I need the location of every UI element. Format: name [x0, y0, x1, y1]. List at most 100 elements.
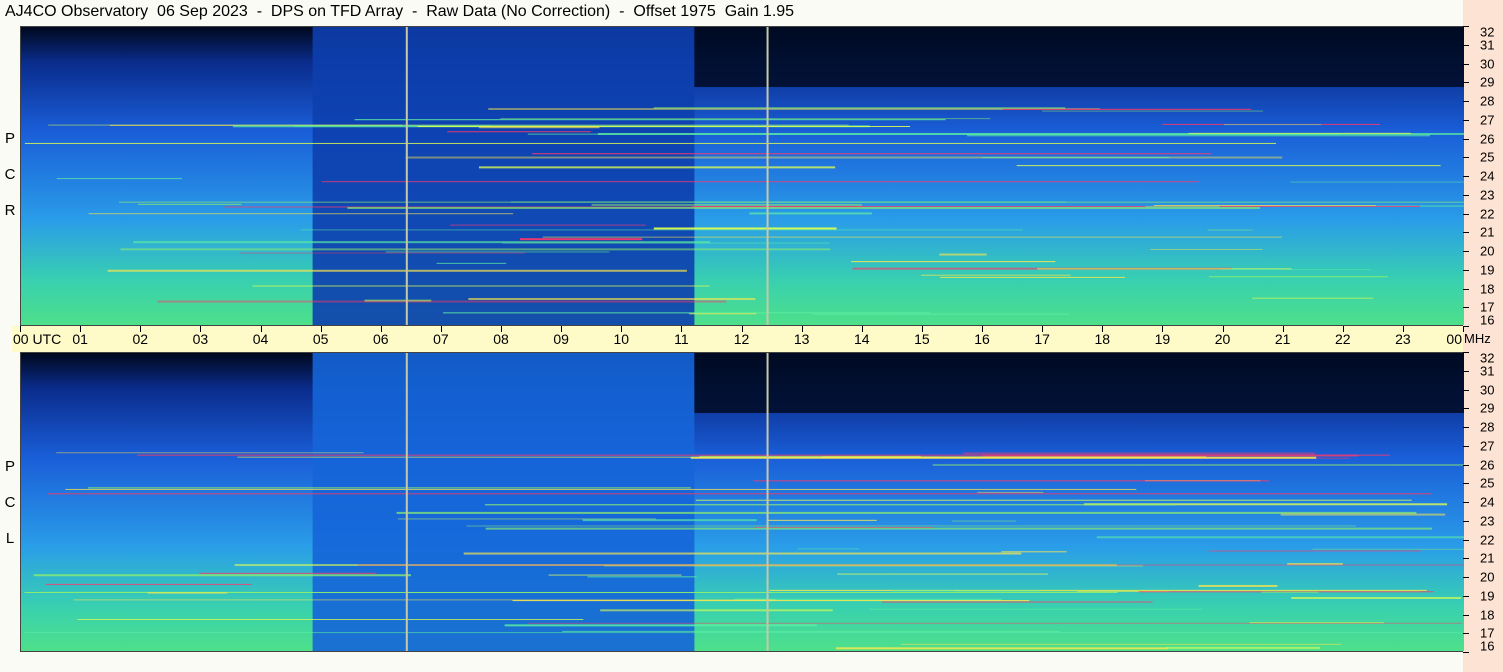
rfi-line [582, 519, 757, 522]
mhz-tick-label: 26 [1480, 131, 1495, 146]
mhz-tick-mark [1463, 370, 1469, 372]
rfi-line [77, 619, 584, 621]
mhz-tick-label: 20 [1480, 243, 1495, 259]
rfi-line [354, 119, 946, 121]
mhz-tick-mark [1463, 157, 1469, 159]
rfi-line [1223, 124, 1322, 126]
rfi-line [479, 166, 836, 169]
rfi-line [527, 133, 1342, 135]
rfi-line [940, 276, 1125, 278]
mhz-tick-mark [1463, 595, 1469, 597]
utc-tick-label: 02 [132, 331, 149, 347]
mhz-tick-mark [1463, 427, 1469, 428]
time-marker-line [766, 353, 769, 651]
utc-tick-label: 04 [252, 331, 269, 347]
utc-tick-label: 00 [1446, 331, 1462, 347]
mhz-tick-mark [1463, 232, 1469, 234]
mhz-tick-mark [1463, 63, 1469, 65]
rfi-line [300, 229, 1023, 231]
utc-tick-mark [921, 326, 923, 332]
utc-tick-label: 10 [613, 331, 630, 347]
rfi-line [199, 572, 377, 574]
rfi-line [837, 573, 1049, 575]
mhz-tick-label: 25 [1480, 149, 1495, 165]
mhz-tick-mark [1463, 307, 1469, 309]
mhz-tick-label: 26 [1480, 457, 1495, 472]
utc-tick-mark [681, 326, 683, 332]
mhz-tick-label: 18 [1480, 281, 1495, 296]
mhz-tick-label: 31 [1480, 37, 1495, 53]
rfi-line [485, 527, 1432, 530]
rfi-line [88, 213, 514, 215]
mhz-tick-mark [1463, 389, 1469, 391]
rfi-line [1198, 584, 1278, 587]
utc-tick-mark [621, 326, 623, 332]
rfi-line [463, 552, 1022, 555]
rfi-line [138, 203, 242, 205]
utc-tick-label: 14 [853, 331, 870, 347]
mhz-tick-mark [1463, 539, 1469, 541]
rfi-line [1261, 591, 1319, 593]
chart-title: AJ4CO Observatory 06 Sep 2023 - DPS on T… [5, 3, 795, 20]
rfi-line [1166, 646, 1321, 649]
mhz-tick-label: 19 [1480, 588, 1495, 604]
mhz-tick-label: 19 [1480, 262, 1495, 278]
utc-tick-label: 20 [1214, 331, 1231, 347]
rfi-line [147, 592, 228, 594]
label-letter: P [4, 130, 15, 147]
mhz-tick-mark [1463, 326, 1469, 327]
spectrogram-rcp [20, 26, 1464, 326]
label-letter: C [4, 494, 16, 511]
spectrogram-svg [21, 353, 1464, 651]
rfi-line [767, 519, 877, 521]
mhz-tick-mark [1463, 558, 1469, 560]
rfi-line [939, 253, 987, 256]
mhz-tick-mark [1463, 119, 1469, 121]
rfi-line [527, 622, 1463, 624]
utc-tick-label: 09 [553, 331, 569, 347]
mhz-tick-label: 18 [1480, 607, 1495, 622]
rfi-line [252, 285, 710, 287]
mhz-tick-label: 25 [1480, 475, 1495, 491]
rfi-line [120, 248, 831, 251]
rfi-line [450, 224, 646, 226]
rfi-line [1001, 551, 1067, 553]
utc-tick-mark [80, 326, 82, 332]
rfi-line [812, 313, 1070, 315]
utc-tick-mark [320, 326, 322, 332]
rfi-line [136, 454, 1390, 456]
rfi-line [797, 548, 860, 550]
rfi-line [1312, 548, 1464, 550]
utc-tick-mark [741, 326, 743, 332]
rfi-line [500, 118, 991, 120]
rfi-line [932, 463, 1464, 466]
rfi-line [1290, 181, 1464, 183]
rfi-line [65, 488, 1137, 490]
utc-tick-label: 12 [733, 331, 750, 347]
rfi-line [436, 262, 507, 264]
rfi-line [690, 456, 1317, 459]
utc-tick-mark [501, 326, 502, 332]
mhz-tick-mark [1463, 288, 1469, 290]
rfi-line [591, 203, 862, 206]
utc-tick-label: 07 [433, 331, 449, 347]
utc-tick-mark [140, 326, 142, 332]
mhz-tick-mark [1463, 101, 1469, 102]
utc-tick-label: 13 [793, 331, 810, 347]
label-letter: L [5, 530, 15, 547]
utc-tick-label: 17 [1034, 331, 1050, 347]
mhz-tick-mark [1463, 614, 1469, 616]
rfi-line [504, 624, 817, 627]
rfi-line [977, 491, 1044, 493]
mhz-tick-mark [1463, 82, 1469, 84]
mhz-tick-label: 27 [1480, 112, 1495, 128]
mhz-tick-mark [1463, 464, 1469, 466]
mhz-tick-mark [1463, 483, 1469, 485]
mhz-tick-label: 29 [1480, 74, 1495, 90]
rfi-line [56, 452, 364, 454]
dark-region [694, 27, 1464, 87]
utc-tick-label: 06 [372, 331, 389, 347]
rfi-line [869, 608, 1202, 610]
utc-tick-mark [1042, 326, 1044, 332]
time-marker-line [405, 353, 408, 651]
